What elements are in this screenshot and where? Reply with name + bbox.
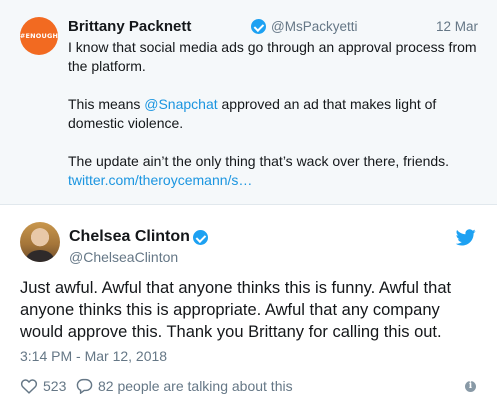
info-icon[interactable]: i (465, 381, 476, 392)
author-avatar[interactable] (20, 222, 60, 262)
verified-badge-icon (251, 19, 266, 34)
quoted-url-link[interactable]: twitter.com/theroycemann/s… (68, 172, 252, 188)
avatar-figure (26, 250, 54, 262)
author-name[interactable]: Chelsea Clinton (69, 228, 190, 246)
snapchat-mention-link[interactable]: @Snapchat (144, 96, 217, 112)
quoted-avatar[interactable]: #ENOUGH (20, 17, 58, 55)
quoted-tweet[interactable]: #ENOUGH Brittany Packnett @MsPackyetti 1… (0, 0, 497, 205)
quoted-author-handle[interactable]: @MsPackyetti (271, 19, 357, 34)
avatar-label: #ENOUGH (19, 32, 59, 40)
verified-badge-icon (193, 230, 208, 245)
reply-icon[interactable] (76, 378, 93, 394)
quoted-paragraph: I know that social media ads go through … (68, 39, 477, 74)
heart-icon[interactable] (20, 378, 38, 394)
like-count[interactable]: 523 (43, 378, 66, 394)
tweet-text: Just awful. Awful that anyone thinks thi… (20, 279, 452, 341)
twitter-bird-icon[interactable] (456, 229, 476, 246)
tweet-actions: 523 82 people are talking about this i (20, 376, 480, 396)
tweet-timestamp[interactable]: 3:14 PM - Mar 12, 2018 (20, 348, 167, 364)
author-handle[interactable]: @ChelseaClinton (69, 249, 178, 265)
quoted-author-name[interactable]: Brittany Packnett (68, 18, 191, 35)
quoted-tweet-text: I know that social media ads go through … (68, 38, 483, 190)
quoted-text-segment: This means (68, 96, 145, 112)
quoted-paragraph: This means @Snapchat approved an ad that… (68, 95, 483, 133)
quoted-tweet-date[interactable]: 12 Mar (436, 19, 478, 34)
conversation-link[interactable]: 82 people are talking about this (98, 378, 293, 394)
quoted-paragraph: The update ain’t the only thing that’s w… (68, 152, 483, 190)
quoted-text-segment: The update ain’t the only thing that’s w… (68, 153, 450, 169)
quoted-tweet-header: Brittany Packnett @MsPackyetti 12 Mar (68, 18, 480, 36)
